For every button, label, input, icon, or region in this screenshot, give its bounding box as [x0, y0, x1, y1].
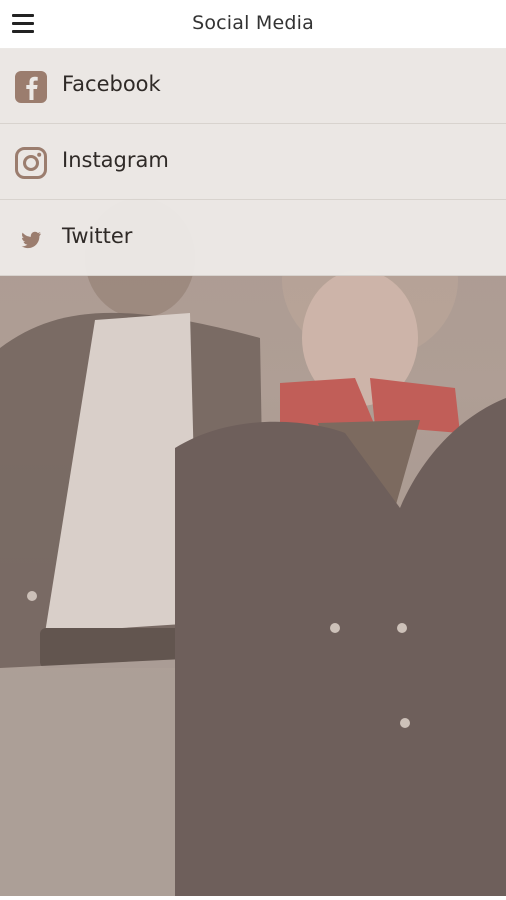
instagram-icon — [14, 146, 48, 180]
twitter-label: Twitter — [62, 224, 133, 248]
twitter-icon — [14, 222, 48, 256]
list-item-twitter[interactable]: Twitter — [0, 200, 506, 276]
list-item-instagram[interactable]: Instagram — [0, 124, 506, 200]
bottom-edge — [0, 896, 506, 900]
app-header: Social Media — [0, 0, 506, 49]
instagram-label: Instagram — [62, 148, 169, 172]
facebook-icon — [14, 70, 48, 104]
social-media-list: Facebook Instagram Twitter — [0, 48, 506, 276]
facebook-label: Facebook — [62, 72, 161, 96]
page-title: Social Media — [192, 12, 314, 34]
list-item-facebook[interactable]: Facebook — [0, 48, 506, 124]
